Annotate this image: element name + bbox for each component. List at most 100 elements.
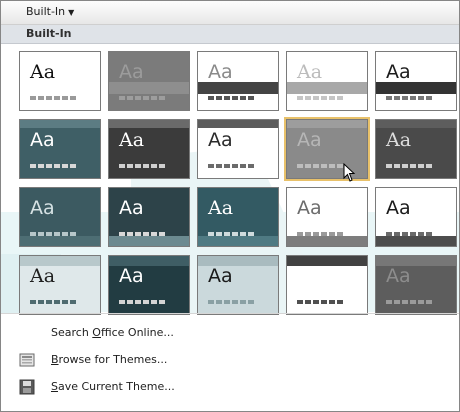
theme-thumbnail[interactable]: Aa [286, 51, 368, 111]
theme-thumbnail[interactable]: Aa [286, 255, 368, 315]
color-swatch [386, 96, 392, 100]
color-swatch [30, 164, 36, 168]
theme-band [376, 82, 456, 94]
color-swatch [410, 232, 416, 236]
theme-thumbnail[interactable]: Aa [19, 255, 101, 315]
color-swatch [143, 164, 149, 168]
color-swatch [143, 232, 149, 236]
builtin-dropdown[interactable]: Built-In ▼ [26, 5, 74, 18]
color-swatch [216, 300, 222, 304]
menu-accelerator-key: O [92, 326, 101, 339]
theme-thumbnail[interactable]: Aa [108, 255, 190, 315]
color-swatch [46, 300, 52, 304]
theme-color-swatches [297, 96, 343, 100]
menu-item-label: Search Office Online... [51, 326, 174, 339]
color-swatch [329, 164, 335, 168]
color-swatch [297, 232, 303, 236]
theme-color-swatches [30, 96, 76, 100]
color-swatch [208, 232, 214, 236]
theme-color-swatches [386, 164, 432, 168]
theme-thumbnail[interactable]: Aa [375, 119, 457, 179]
color-swatch [54, 300, 60, 304]
theme-thumbnail[interactable]: Aa [19, 187, 101, 247]
color-swatch [62, 164, 68, 168]
color-swatch [337, 96, 343, 100]
theme-band [287, 82, 367, 94]
theme-band [109, 120, 189, 128]
theme-thumbnail[interactable]: Aa [375, 51, 457, 111]
theme-color-swatches [30, 164, 76, 168]
color-swatch [216, 232, 222, 236]
theme-thumbnail[interactable]: Aa [19, 51, 101, 111]
theme-color-swatches [386, 300, 432, 304]
color-swatch [329, 300, 335, 304]
color-swatch [321, 232, 327, 236]
color-swatch [313, 232, 319, 236]
theme-color-swatches [297, 232, 343, 236]
menu-item-save-current-theme[interactable]: Save Current Theme... [1, 373, 459, 400]
theme-band [20, 120, 100, 128]
color-swatch [143, 300, 149, 304]
color-swatch [240, 164, 246, 168]
theme-thumbnail[interactable]: Aa [108, 51, 190, 111]
builtin-dropdown-label: Built-In [26, 5, 66, 18]
color-swatch [386, 300, 392, 304]
gallery-header[interactable]: Built-In ▼ [1, 1, 459, 25]
color-swatch [143, 96, 149, 100]
color-swatch [418, 232, 424, 236]
menu-item-search-office-online[interactable]: Search Office Online... [1, 319, 459, 346]
theme-band [109, 236, 189, 246]
theme-color-swatches [119, 96, 165, 100]
color-swatch [394, 300, 400, 304]
theme-color-swatches [208, 96, 254, 100]
menu-item-label: Browse for Themes... [51, 353, 167, 366]
theme-thumbnail[interactable]: Aa [197, 187, 279, 247]
color-swatch [46, 96, 52, 100]
theme-thumbnail[interactable]: Aa [108, 119, 190, 179]
color-swatch [135, 300, 141, 304]
color-swatch [426, 164, 432, 168]
theme-sample-text: Aa [297, 129, 322, 151]
color-swatch [394, 96, 400, 100]
color-swatch [297, 164, 303, 168]
color-swatch [62, 96, 68, 100]
color-swatch [38, 300, 44, 304]
theme-thumbnail[interactable]: Aa [197, 255, 279, 315]
color-swatch [313, 300, 319, 304]
theme-color-swatches [208, 232, 254, 236]
theme-sample-text: Aa [208, 129, 233, 151]
theme-thumbnail[interactable]: Aa [286, 187, 368, 247]
color-swatch [224, 96, 230, 100]
theme-thumbnail[interactable]: Aa [375, 187, 457, 247]
theme-thumbnail[interactable]: Aa [197, 119, 279, 179]
theme-color-swatches [297, 164, 343, 168]
color-swatch [426, 96, 432, 100]
color-swatch [38, 232, 44, 236]
theme-thumbnail[interactable]: Aa [197, 51, 279, 111]
color-swatch [135, 232, 141, 236]
theme-color-swatches [119, 232, 165, 236]
theme-color-swatches [30, 232, 76, 236]
color-swatch [402, 96, 408, 100]
color-swatch [386, 232, 392, 236]
color-swatch [386, 164, 392, 168]
theme-band [198, 120, 278, 128]
theme-thumbnail[interactable]: Aa [375, 255, 457, 315]
theme-gallery-panel: Built-In ▼ Built-In Aa Aa Aa Aa Aa Aa Aa Aa Aa Aa A… [0, 0, 460, 412]
theme-sample-text: Aa [386, 61, 411, 83]
menu-item-browse-for-themes[interactable]: Browse for Themes... [1, 346, 459, 373]
color-swatch [135, 164, 141, 168]
theme-thumbnail[interactable]: Aa [108, 187, 190, 247]
color-swatch [402, 232, 408, 236]
theme-sample-text: Aa [30, 197, 55, 219]
color-swatch [418, 164, 424, 168]
theme-sample-text: Aa [119, 61, 144, 83]
menu-accelerator-key: B [51, 353, 59, 366]
theme-band [198, 82, 278, 94]
color-swatch [38, 164, 44, 168]
theme-thumbnail[interactable]: Aa [19, 119, 101, 179]
color-swatch [159, 300, 165, 304]
color-swatch [329, 96, 335, 100]
color-swatch [321, 96, 327, 100]
theme-sample-text: Aa [30, 61, 56, 83]
